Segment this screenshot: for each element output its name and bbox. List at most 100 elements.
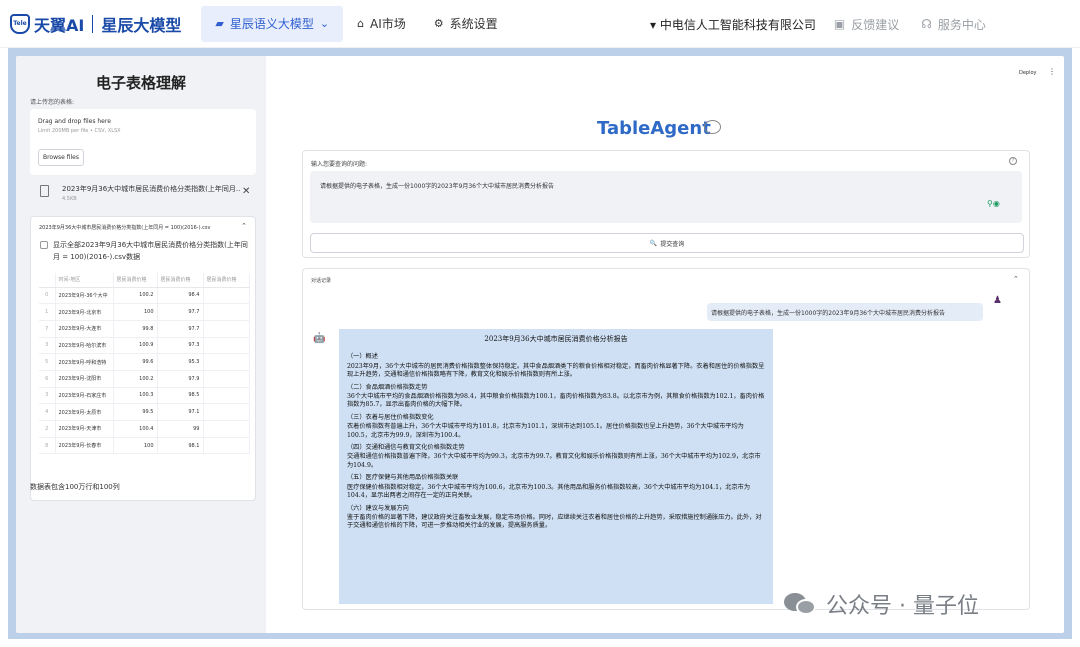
table-cell: [203, 370, 250, 388]
table-cell: [203, 287, 250, 305]
feedback-link[interactable]: ▣ 反馈建议: [834, 16, 899, 33]
nav-right: ▾ 中电信人工智能科技有限公司 ▣ 反馈建议 ☊ 服务中心: [650, 0, 1008, 48]
file-uploader[interactable]: Drag and drop files here Limit 200MB per…: [30, 109, 256, 175]
table-row[interactable]: 6 2023年9月-沈阳市 100.2 97.9: [39, 370, 250, 388]
table-cell: 2023年9月-太原市: [55, 403, 114, 421]
main-menu-icon[interactable]: ⋮: [1048, 67, 1056, 76]
question-input[interactable]: 请根据提供的电子表格，生成一份1000字的2023年9月36个大中城市居民消费分…: [310, 171, 1022, 223]
chevron-down-icon: ⌄: [319, 17, 330, 30]
input-assist-icon[interactable]: ⚲◉: [987, 199, 1000, 208]
report-section: （一）概述 2023年9月，36个大中城市的居民消费价格指数整体保持稳定。其中食品…: [347, 353, 765, 379]
table-cell: [203, 387, 250, 405]
company-selector[interactable]: ▾ 中电信人工智能科技有限公司: [650, 16, 816, 33]
table-cell: 2023年9月-沈阳市: [55, 370, 114, 388]
page-title: TableAgent: [597, 118, 711, 139]
report-section-heading: （一）概述: [347, 353, 378, 361]
bag-icon: ⌂: [357, 17, 365, 30]
chevron-up-icon[interactable]: ⌃: [1013, 275, 1019, 283]
column-header[interactable]: 时间-地区: [55, 273, 114, 288]
remove-file-icon[interactable]: ✕: [242, 186, 250, 197]
report-title: 2023年9月36大中城市居民消费价格分析报告: [484, 335, 628, 343]
table-cell: 2023年9月-天津市: [55, 420, 114, 438]
report-section-body: 交通和通信价格指数普遍下降，36个大中城市平均为99.3，北京市为99.7。教育…: [347, 453, 761, 469]
caret-down-icon: ▾: [650, 17, 660, 32]
table-row[interactable]: 1 2023年9月-北京市 100 97.7: [39, 303, 250, 321]
feedback-icon: ▣: [833, 17, 846, 31]
query-panel: 输入您要查询的问题: ? 请根据提供的电子表格，生成一份1000字的2023年9…: [302, 150, 1030, 258]
logo[interactable]: Tele 天翼AI 星辰大模型: [10, 12, 181, 36]
report-section-heading: （二）食品烟酒价格指数走势: [347, 383, 428, 391]
wechat-icon: [784, 591, 818, 617]
table-cell: 97.3: [157, 337, 204, 355]
table-cell: 100.2: [113, 287, 158, 305]
column-header[interactable]: [39, 273, 56, 288]
service-center-link[interactable]: ☊ 服务中心: [921, 16, 986, 33]
row-index: 1: [39, 303, 56, 321]
tab-label: 星辰语义大模型: [229, 17, 314, 31]
column-header[interactable]: 居民消费价格: [113, 273, 158, 288]
table-row[interactable]: 7 2023年9月-大连市 99.8 97.7: [39, 320, 250, 338]
submit-query-button[interactable]: 🔍 提交查询: [310, 233, 1024, 253]
model-icon: ▰: [215, 17, 224, 30]
row-index: 3: [39, 387, 56, 405]
upload-prompt: 请上传您的表格:: [30, 99, 75, 106]
browse-files-button[interactable]: Browse files: [38, 149, 84, 166]
chat-history-panel: 对话记录 ⌃ 请根据提供的电子表格，生成一份1000字的2023年9月36个大中…: [302, 268, 1030, 610]
watermark: 公众号 · 量子位: [784, 588, 979, 620]
report-section: （六）建议与发展方向 鉴于畜肉价格的显著下降，建议政府关注畜牧业发展，稳定市场价格…: [347, 505, 765, 531]
table-row[interactable]: 2 2023年9月-天津市 100.4 99: [39, 420, 250, 438]
tab-ai-market[interactable]: ⌂ AI市场: [343, 6, 420, 42]
table-row[interactable]: 4 2023年9月-太原市 99.5 97.1: [39, 403, 250, 421]
report-section-body: 衣着价格指数有普遍上升，36个大中城市平均为101.8，北京市为101.1，深圳…: [347, 423, 744, 439]
table-row[interactable]: 5 2023年9月-呼和浩特 99.6 95.3: [39, 353, 250, 371]
table-row[interactable]: 0 2023年9月-36个大中 100.2 98.4: [39, 287, 250, 305]
row-index: 6: [39, 370, 56, 388]
table-cell: 97.9: [157, 370, 204, 388]
show-all-checkbox[interactable]: [40, 241, 48, 249]
report-section-body: 医疗保健价格指数相对稳定，36个大中城市平均为100.6，北京市为100.3。其…: [347, 483, 751, 500]
report-section-heading: （五）医疗保健与其他用品价格指数关联: [347, 474, 459, 482]
question-label: 输入您要查询的问题:: [311, 161, 368, 168]
tab-semantic-model[interactable]: ▰ 星辰语义大模型 ⌄: [201, 5, 344, 42]
assistant-report: 2023年9月36大中城市居民消费价格分析报告 （一）概述 2023年9月，36个…: [339, 329, 773, 604]
row-index: 0: [39, 287, 56, 305]
table-cell: 2023年9月-石家庄市: [55, 387, 114, 405]
report-section-heading: （三）衣着与居住价格指数变化: [347, 413, 434, 421]
uploaded-file: 2023年9月36大中城市居民消费价格分类指数(上年同月... 4.5KB ✕: [30, 182, 256, 210]
table-row[interactable]: 3 2023年9月-哈尔滨市 100.9 97.3: [39, 337, 250, 355]
show-all-checkbox-label: 显示全部2023年9月36大中城市居民消费价格分类指数(上年同月 = 100)(…: [53, 241, 248, 261]
shield-logo-icon: Tele: [10, 13, 30, 34]
tab-system-settings[interactable]: ⚙ 系统设置: [420, 6, 512, 42]
row-index: 8: [39, 437, 56, 455]
table-cell: 100.3: [113, 387, 158, 405]
top-nav: Tele 天翼AI 星辰大模型 ▰ 星辰语义大模型 ⌄ ⌂ AI市场 ⚙ 系统设…: [0, 0, 1080, 48]
sidebar: 电子表格理解 请上传您的表格: Drag and drop files here…: [16, 56, 266, 633]
table-row[interactable]: 3 2023年9月-石家庄市 100.3 98.5: [39, 387, 250, 405]
table-cell: 99.8: [113, 320, 158, 338]
table-cell: 98.1: [157, 437, 204, 455]
row-index: 7: [39, 320, 56, 338]
table-cell: [203, 437, 250, 455]
data-preview-table[interactable]: 时间-地区 居民消费价格 居民消费价格 居民消费价格 0 2023年9月-36个大中 10…: [39, 273, 250, 455]
bot-avatar-icon: 🤖: [313, 333, 326, 344]
help-icon[interactable]: ?: [1009, 157, 1017, 165]
gear-icon: ⚙: [433, 17, 444, 30]
user-message: 请根据提供的电子表格，生成一份1000字的2023年9月36个大中城市居民消费分…: [707, 303, 983, 321]
table-cell: 2023年9月-哈尔滨市: [55, 337, 114, 355]
column-header[interactable]: 居民消费价格: [157, 273, 204, 288]
table-cell: 2023年9月-呼和浩特: [55, 353, 114, 371]
chevron-up-icon[interactable]: ⌃: [241, 222, 247, 230]
brand-name: 天翼AI: [34, 15, 85, 35]
search-icon: 🔍: [649, 239, 658, 247]
report-section-body: 2023年9月，36个大中城市的居民消费价格指数整体保持稳定。其中食品烟酒类下的…: [347, 362, 765, 379]
user-avatar-icon: ♟: [993, 295, 1002, 306]
table-cell: 2023年9月-北京市: [55, 303, 114, 321]
deploy-button[interactable]: Deploy: [1019, 70, 1037, 76]
tab-label: 系统设置: [449, 17, 498, 31]
column-header[interactable]: 居民消费价格: [203, 273, 250, 288]
table-row[interactable]: 8 2023年9月-长春市 100 98.1: [39, 437, 250, 455]
table-cell: 98.4: [157, 287, 204, 305]
expander-header[interactable]: 2023年9月36大中城市居民消费价格分类指数(上年同月 = 100)(2016…: [39, 224, 235, 231]
watermark-text: 公众号 · 量子位: [826, 594, 979, 619]
data-preview-expander: 2023年9月36大中城市居民消费价格分类指数(上年同月 = 100)(2016…: [30, 216, 256, 501]
